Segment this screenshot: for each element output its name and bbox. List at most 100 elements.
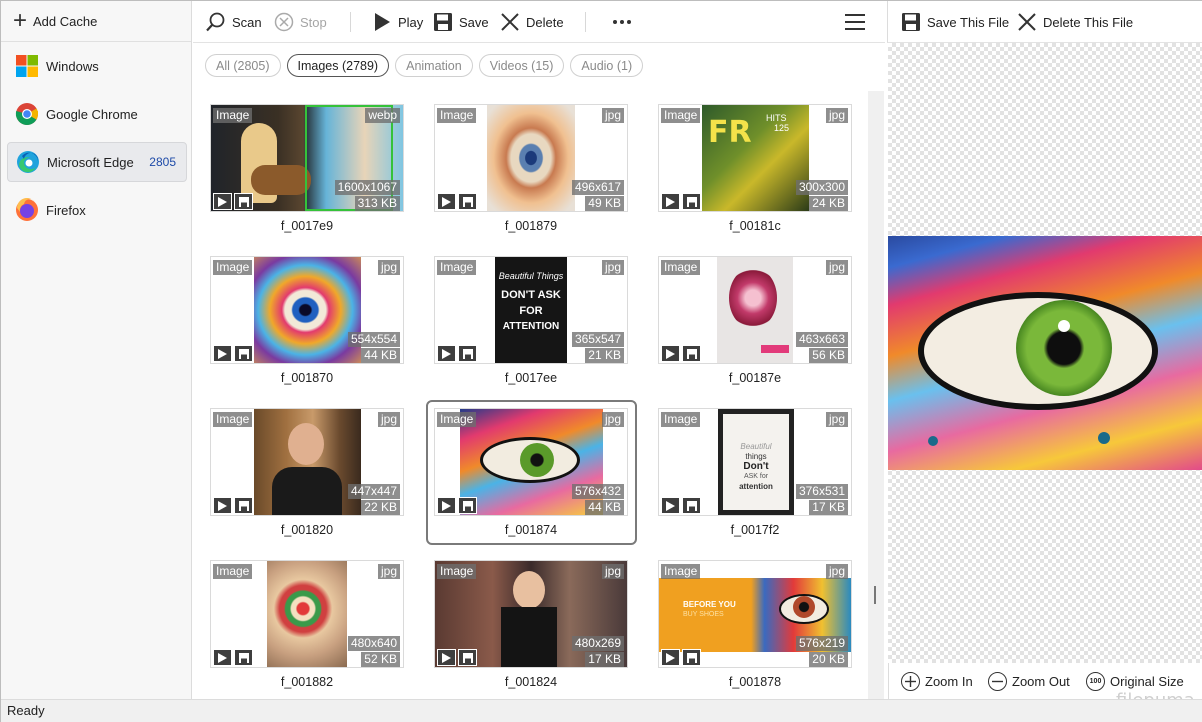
thumb-shape — [761, 345, 789, 353]
add-cache-button[interactable]: + Add Cache — [1, 1, 191, 42]
dimensions-badge: 480x269 — [571, 636, 624, 651]
scan-button[interactable]: Scan — [205, 10, 262, 34]
sidebar-item-label: Microsoft Edge — [47, 154, 134, 170]
delete-button[interactable]: Delete — [499, 10, 564, 34]
play-thumb-button[interactable] — [661, 649, 680, 666]
sidebar-item-firefox[interactable]: Firefox — [7, 190, 187, 230]
stop-button[interactable]: Stop — [273, 10, 327, 34]
play-thumb-button[interactable] — [213, 193, 232, 210]
chrome-icon — [15, 102, 39, 126]
original-size-button[interactable]: 100 Original Size — [1086, 672, 1184, 691]
save-thumb-button[interactable] — [458, 649, 477, 666]
thumbnail-card[interactable]: Image jpg 496x617 49 KB — [434, 104, 628, 212]
floppy-disk-icon — [900, 11, 922, 33]
thumb-shape — [793, 596, 815, 618]
thumbnail-card[interactable]: Image jpg 480x640 52 KB — [210, 560, 404, 668]
file-name: f_001882 — [280, 675, 334, 689]
filter-images[interactable]: Images (2789) — [286, 54, 390, 77]
stop-label: Stop — [300, 14, 327, 30]
file-extension-badge: jpg — [377, 564, 400, 579]
preview-shape — [1058, 320, 1070, 332]
sidebar-item-windows[interactable]: Windows — [7, 46, 187, 86]
thumbnail-card[interactable]: FR HITS 125 Image jpg 300x300 24 KB — [658, 104, 852, 212]
save-thumb-button[interactable] — [458, 345, 477, 362]
thumbnail-card[interactable]: BEFORE YOU BUY SHOES Image jpg 576x219 2… — [658, 560, 852, 668]
thumbnail-card[interactable]: Beautiful Things DON'T ASK FOR ATTENTION… — [434, 256, 628, 364]
thumbnail-card-selected[interactable]: Image jpg 576x432 44 KB — [434, 408, 628, 516]
play-thumb-button[interactable] — [661, 193, 680, 210]
thumbnail-card[interactable]: Image jpg 447x447 22 KB — [210, 408, 404, 516]
thumb-text: Beautiful Things — [498, 271, 564, 281]
play-thumb-button[interactable] — [213, 497, 232, 514]
delete-this-file-label: Delete This File — [1043, 14, 1134, 30]
thumbnail-card[interactable]: Image jpg 463x663 56 KB — [658, 256, 852, 364]
thumbnail-card[interactable]: Beautiful things Don't ASK for attention… — [658, 408, 852, 516]
dimensions-badge: 365x547 — [571, 332, 624, 347]
thumbnail-image — [254, 409, 361, 515]
play-thumb-button[interactable] — [437, 345, 456, 362]
sidebar-item-label: Windows — [46, 58, 99, 74]
dimensions-badge: 480x640 — [347, 636, 400, 651]
thumb-text: ASK for — [743, 473, 769, 480]
file-name: f_001870 — [280, 371, 334, 385]
firefox-icon — [15, 198, 39, 222]
save-thumb-button[interactable] — [234, 649, 253, 666]
thumbnail-grid: Image webp 1600x1067 313 KB f_0017e9 Ima… — [193, 89, 869, 699]
play-thumb-button[interactable] — [437, 497, 456, 514]
menu-button[interactable] — [844, 10, 871, 34]
zoom-out-button[interactable]: Zoom Out — [988, 672, 1070, 691]
save-thumb-button[interactable] — [682, 345, 701, 362]
preview-canvas[interactable] — [888, 43, 1202, 663]
save-thumb-button[interactable] — [682, 193, 701, 210]
play-thumb-button[interactable] — [661, 345, 680, 362]
original-size-label: Original Size — [1110, 674, 1184, 689]
stop-icon — [273, 11, 295, 33]
play-thumb-button[interactable] — [661, 497, 680, 514]
play-thumb-button[interactable] — [437, 649, 456, 666]
file-name: f_001820 — [280, 523, 334, 537]
play-thumb-button[interactable] — [437, 193, 456, 210]
save-button[interactable]: Save — [432, 10, 489, 34]
play-thumb-button[interactable] — [213, 649, 232, 666]
more-button[interactable] — [611, 10, 638, 34]
zoom-in-button[interactable]: Zoom In — [901, 672, 973, 691]
save-label: Save — [459, 14, 489, 30]
grid-scrollbar[interactable] — [868, 91, 884, 699]
thumbnail-card[interactable]: Image jpg 554x554 44 KB — [210, 256, 404, 364]
delete-this-file-button[interactable]: Delete This File — [1016, 10, 1133, 34]
save-thumb-button[interactable] — [458, 497, 477, 514]
sidebar-item-microsoft-edge[interactable]: Microsoft Edge 2805 — [7, 142, 187, 182]
thumbnail-image — [460, 409, 603, 515]
windows-icon — [15, 54, 39, 78]
thumbnail-card[interactable]: Image jpg 480x269 17 KB — [434, 560, 628, 668]
save-this-file-button[interactable]: Save This File — [900, 10, 1009, 34]
save-thumb-button[interactable] — [458, 193, 477, 210]
panel-splitter[interactable] — [874, 586, 876, 604]
thumb-shape — [501, 607, 557, 667]
thumbnail-image: Beautiful Things DON'T ASK FOR ATTENTION — [495, 257, 567, 363]
save-thumb-button[interactable] — [682, 649, 701, 666]
sidebar-item-google-chrome[interactable]: Google Chrome — [7, 94, 187, 134]
save-thumb-button[interactable] — [234, 497, 253, 514]
file-name: f_00181c — [729, 219, 781, 233]
save-thumb-button[interactable] — [234, 193, 253, 210]
file-extension-badge: jpg — [601, 564, 624, 579]
filter-all[interactable]: All (2805) — [205, 54, 281, 77]
save-thumb-button[interactable] — [234, 345, 253, 362]
play-thumb-button[interactable] — [213, 345, 232, 362]
file-name: f_001879 — [504, 219, 558, 233]
file-name: f_00187e — [728, 371, 782, 385]
filter-animation[interactable]: Animation — [395, 54, 473, 77]
save-thumb-button[interactable] — [682, 497, 701, 514]
file-extension-badge: webp — [365, 108, 400, 123]
floppy-disk-icon — [432, 11, 454, 33]
filter-audio[interactable]: Audio (1) — [570, 54, 644, 77]
close-icon — [499, 11, 521, 33]
thumbnail-card[interactable]: Image webp 1600x1067 313 KB — [210, 104, 404, 212]
play-button[interactable]: Play — [371, 10, 423, 34]
filter-videos[interactable]: Videos (15) — [478, 54, 565, 77]
preview-toolbar: Save This File Delete This File — [887, 1, 1202, 43]
thumb-text: BEFORE YOU — [683, 600, 736, 609]
thumb-text: FR — [708, 115, 752, 150]
hamburger-menu-icon — [844, 11, 866, 33]
